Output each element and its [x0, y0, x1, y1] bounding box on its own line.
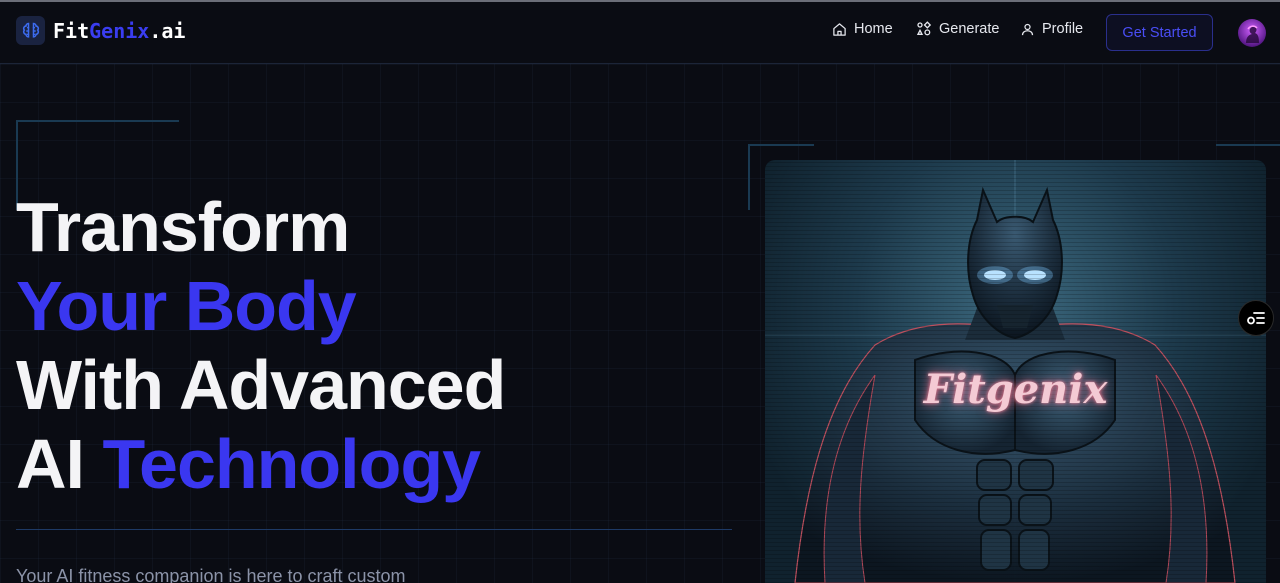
hero-image: Fitgenix [765, 160, 1266, 583]
hero-line-3: With Advanced [16, 346, 506, 424]
hero-line-4: AI Technology [16, 425, 481, 503]
navbar: FitGenix.ai Home Generate Profile Get St… [0, 2, 1280, 64]
nav-generate[interactable]: Generate [916, 21, 999, 37]
avatar[interactable] [1238, 19, 1266, 47]
hero-title: Transform Your Body With Advanced AI Tec… [16, 188, 506, 504]
nav-profile[interactable]: Profile [1020, 21, 1083, 37]
decorative-line-right [1216, 144, 1280, 146]
brain-icon [16, 16, 45, 45]
hero-subtitle: Your AI fitness companion is here to cra… [16, 566, 406, 583]
nav-home[interactable]: Home [832, 21, 893, 37]
shapes-icon [916, 21, 932, 36]
list-settings-icon [1247, 312, 1265, 325]
brand-name: FitGenix.ai [53, 18, 186, 43]
nav-generate-label: Generate [939, 21, 1000, 37]
hero-line-2: Your Body [16, 267, 357, 345]
brand-logo[interactable]: FitGenix.ai [16, 16, 185, 45]
user-icon [1021, 23, 1034, 35]
hero-line-1: Transform [16, 188, 350, 266]
floating-menu-button[interactable] [1238, 300, 1274, 336]
image-watermark: Fitgenix [923, 366, 1108, 413]
nav-profile-label: Profile [1042, 21, 1084, 37]
nav-home-label: Home [854, 21, 893, 37]
hero-divider [16, 529, 732, 530]
get-started-button[interactable]: Get Started [1106, 14, 1213, 51]
home-icon [833, 22, 846, 36]
